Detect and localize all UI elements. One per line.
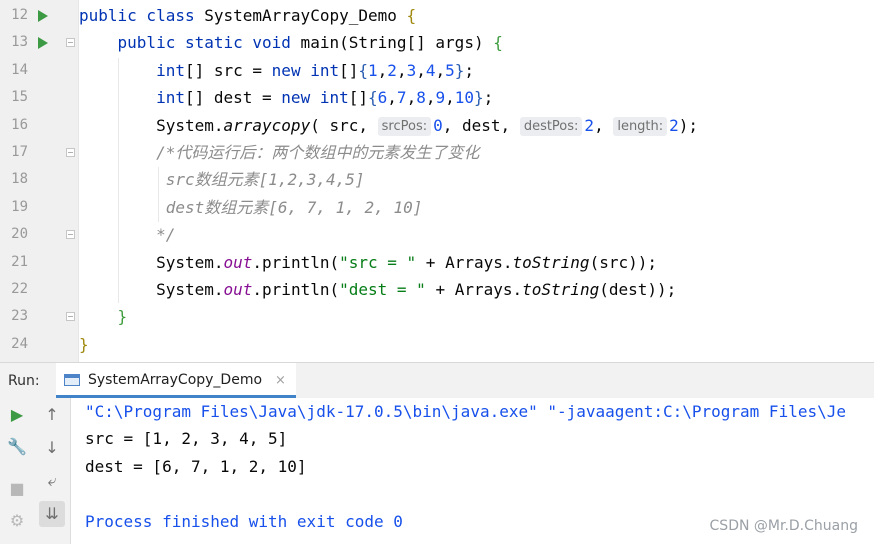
line-number: 15 <box>11 89 28 106</box>
line-number: 24 <box>11 335 28 352</box>
run-actions-toolbar: ▶ 🔧 ■ ⚙ <box>0 398 34 544</box>
param-hint-destpos: destPos: <box>519 116 583 136</box>
console-window-icon <box>64 374 80 386</box>
code-text: System.arraycopy( src, srcPos: 0, dest, d… <box>79 115 699 136</box>
console-output-line: dest = [6, 7, 1, 2, 10] <box>85 456 307 476</box>
code-line: 13 public static void main(String[] args… <box>0 29 874 56</box>
code-text: System.out.println("dest = " + Arrays.to… <box>79 280 677 299</box>
line-number: 22 <box>11 281 28 297</box>
fold-icon[interactable] <box>66 38 75 48</box>
code-line: 22 System.out.println("dest = " + Arrays… <box>0 276 874 303</box>
console-exit-line: Process finished with exit code 0 <box>85 511 403 531</box>
run-tool-window-header: Run: SystemArrayCopy_Demo × <box>0 362 874 398</box>
fold-icon[interactable] <box>66 148 75 157</box>
code-line: 24 } <box>0 331 874 358</box>
code-text: int[] src = new int[]{1,2,3,4,5}; <box>156 60 475 80</box>
code-text: } <box>79 334 89 354</box>
code-line: 18 src数组元素[1,2,3,4,5] <box>0 166 874 193</box>
line-number: 16 <box>11 116 28 133</box>
wrench-icon[interactable]: 🔧 <box>4 434 30 460</box>
comment-text: /*代码运行后：两个数组中的元素发生了变化 <box>79 143 480 162</box>
line-number: 12 <box>11 7 28 23</box>
console-output-line: src = [1, 2, 3, 4, 5] <box>85 429 288 449</box>
comment-text: src数组元素[1,2,3,4,5] <box>79 170 365 190</box>
rerun-icon[interactable]: ▶ <box>4 402 30 428</box>
run-main-icon[interactable] <box>38 37 48 50</box>
line-number: 20 <box>11 226 28 243</box>
line-number: 19 <box>11 198 28 215</box>
soft-wrap-icon[interactable]: ⤶ <box>39 468 65 494</box>
console-actions-toolbar: ↑ ↓ ⤶ ⇊ <box>34 398 71 544</box>
run-tab-title: SystemArrayCopy_Demo <box>88 372 263 388</box>
debug-bug-icon[interactable]: ⚙ <box>4 508 30 534</box>
code-line: 16 System.arraycopy( src, srcPos: 0, dest… <box>0 112 874 139</box>
code-text: int[] dest = new int[]{6,7,8,9,10}; <box>156 88 494 108</box>
line-number: 17 <box>11 144 28 160</box>
code-line: 12 public class SystemArrayCopy_Demo { <box>0 2 874 29</box>
arrow-down-icon[interactable]: ↓ <box>39 435 65 461</box>
code-line: 15 int[] dest = new int[]{6,7,8,9,10}; <box>0 84 874 111</box>
fold-icon[interactable] <box>66 230 75 240</box>
code-line: 23 } <box>0 303 874 330</box>
line-number: 13 <box>11 34 28 51</box>
code-text: public static void main(String[] args) { <box>117 33 503 53</box>
param-hint-length: length: <box>613 116 668 136</box>
code-text: } <box>117 307 128 327</box>
param-hint-srcpos: srcPos: <box>377 116 432 136</box>
code-line: 17 /*代码运行后：两个数组中的元素发生了变化 <box>0 139 874 166</box>
stop-icon[interactable]: ■ <box>4 476 30 502</box>
run-class-icon[interactable] <box>38 10 48 22</box>
arrow-up-icon[interactable]: ↑ <box>39 402 65 428</box>
code-text: System.out.println("src = " + Arrays.toS… <box>79 252 657 272</box>
line-number: 14 <box>11 61 28 78</box>
comment-text: */ <box>79 225 176 245</box>
close-icon[interactable]: × <box>275 363 286 398</box>
code-line: 14 int[] src = new int[]{1,2,3,4,5}; <box>0 57 874 84</box>
code-line: 21 System.out.println("src = " + Arrays.… <box>0 249 874 276</box>
fold-icon[interactable] <box>66 312 75 322</box>
scroll-to-end-icon[interactable]: ⇊ <box>39 501 65 527</box>
comment-text: dest数组元素[6, 7, 1, 2, 10] <box>79 197 423 217</box>
line-number: 23 <box>11 308 28 325</box>
watermark: CSDN @Mr.D.Chuang <box>709 518 858 534</box>
line-number: 21 <box>11 253 28 270</box>
console-command-line: "C:\Program Files\Java\jdk-17.0.5\bin\ja… <box>85 402 846 421</box>
run-tab-systemarraycopy-demo[interactable]: SystemArrayCopy_Demo × <box>56 363 296 398</box>
code-line: 20 */ <box>0 221 874 248</box>
code-text: public class SystemArrayCopy_Demo { <box>79 6 417 25</box>
line-number: 18 <box>11 171 28 188</box>
run-label: Run: <box>8 373 40 389</box>
code-line: 19 dest数组元素[6, 7, 1, 2, 10] <box>0 194 874 221</box>
code-editor[interactable]: 12 public class SystemArrayCopy_Demo { 1… <box>0 0 874 362</box>
